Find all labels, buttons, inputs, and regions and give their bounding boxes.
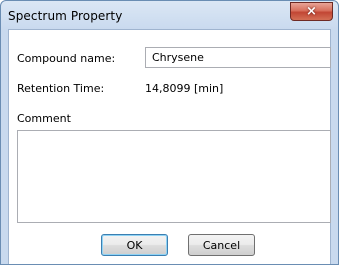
title-bar[interactable]: Spectrum Property × (1, 1, 338, 29)
cancel-button[interactable]: Cancel (188, 234, 255, 256)
comment-textarea[interactable] (17, 130, 331, 223)
compound-name-input[interactable]: Chrysene (145, 47, 331, 68)
compound-name-label: Compound name: (17, 52, 116, 65)
dialog-window: Spectrum Property × Compound name: Chrys… (0, 0, 339, 265)
close-button[interactable]: × (290, 2, 333, 21)
window-title: Spectrum Property (8, 9, 123, 23)
compound-name-value: Chrysene (152, 51, 204, 64)
retention-time-value: 14,8099 [min] (145, 82, 224, 95)
ok-button[interactable]: OK (101, 234, 168, 256)
close-icon: × (306, 4, 317, 19)
dialog-content: Compound name: Chrysene Retention Time: … (8, 29, 331, 264)
comment-label: Comment (17, 112, 71, 125)
retention-time-label: Retention Time: (17, 82, 105, 95)
